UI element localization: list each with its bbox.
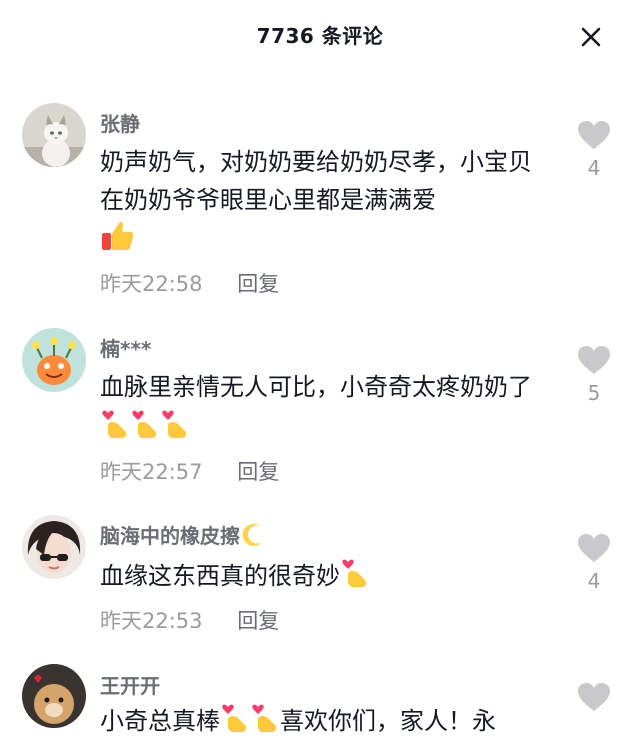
close-button[interactable] [578,24,604,50]
reply-button[interactable]: 回复 [237,609,279,633]
finger-heart-icon [220,700,250,745]
comment-text-content: 血缘这东西真的很奇妙 [100,562,340,590]
comment-text: 小奇总真棒 喜欢你们，家人！永 [100,700,540,745]
comments-header: 7736 条评论 [0,0,640,70]
avatar[interactable] [22,328,86,392]
comment-meta: 昨天22:58 回复 [100,268,279,298]
crescent-moon-icon [240,522,266,553]
comments-count-title: 7736 条评论 [256,24,384,48]
comment-text: 奶声奶气，对奶奶要给奶奶尽孝，小宝贝在奶奶爷爷眼里心里都是满满爱 [100,143,540,264]
avatar[interactable] [22,664,86,728]
comment-text-content: 血脉里亲情无人可比，小奇奇太疼奶奶了 [100,373,532,401]
comment-meta: 昨天22:53 回复 [100,605,279,635]
comment-time: 昨天22:53 [100,609,203,633]
finger-heart-icon [340,555,370,600]
heart-icon [578,534,610,562]
finger-heart-icon [130,406,160,451]
finger-heart-icon [250,700,280,745]
comment-username[interactable]: 王开开 [100,670,160,699]
finger-heart-icon [160,406,190,451]
reply-button[interactable]: 回复 [237,460,279,484]
comment-username[interactable]: 楠*** [100,333,151,362]
comment-username[interactable]: 脑海中的橡皮擦 [100,520,266,553]
comment-text-tail: 喜欢你们，家人！永 [280,707,496,735]
like-button[interactable]: 4 [576,533,612,593]
comment-meta: 昨天22:57 回复 [100,456,279,486]
comment-time: 昨天22:57 [100,460,203,484]
reply-button[interactable]: 回复 [237,272,279,296]
like-button[interactable]: 5 [576,345,612,405]
like-count: 4 [587,156,601,180]
comment-text: 血缘这东西真的很奇妙 [100,555,540,600]
comment-text: 血脉里亲情无人可比，小奇奇太疼奶奶了 [100,368,540,451]
finger-heart-icon [100,406,130,451]
heart-icon [578,683,610,711]
comment-text-content: 奶声奶气，对奶奶要给奶奶尽孝，小宝贝在奶奶爷爷眼里心里都是满满爱 [100,148,532,214]
like-button[interactable] [576,682,612,716]
like-count: 4 [587,569,601,593]
like-count: 5 [587,381,601,405]
thumbs-up-icon [100,219,136,264]
like-button[interactable]: 4 [576,120,612,180]
comment-username[interactable]: 张静 [100,108,140,137]
heart-icon [578,346,610,374]
comment-text-content: 小奇总真棒 [100,707,220,735]
heart-icon [578,121,610,149]
comment-time: 昨天22:58 [100,272,203,296]
close-icon [581,27,601,47]
avatar[interactable] [22,103,86,167]
comment-username-text: 脑海中的橡皮擦 [100,524,240,548]
avatar[interactable] [22,515,86,579]
